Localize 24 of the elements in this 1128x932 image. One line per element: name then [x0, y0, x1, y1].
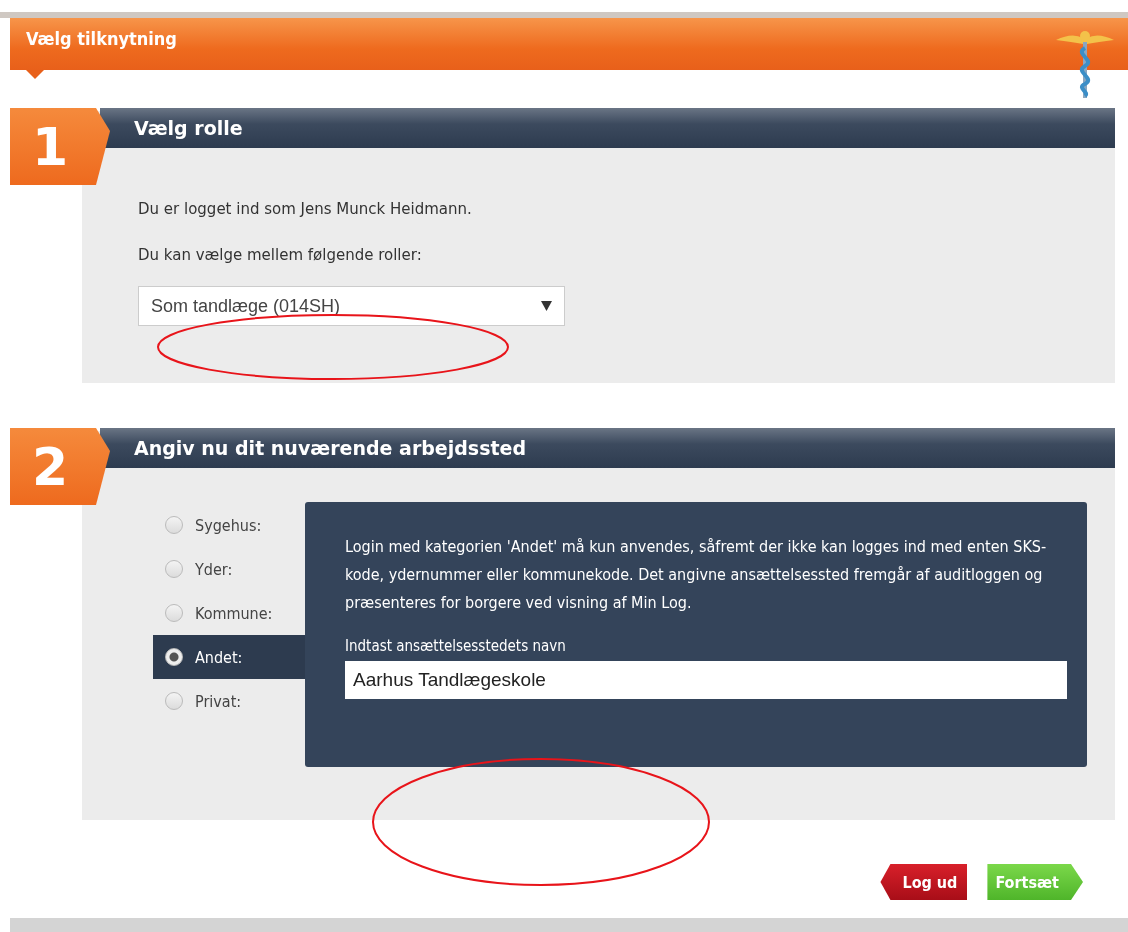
- radio-icon: [165, 604, 183, 622]
- section-title: Angiv nu dit nuværende arbejdssted: [134, 437, 527, 459]
- step-number: 2: [10, 428, 110, 505]
- header-pointer: [26, 70, 44, 79]
- radio-icon: [165, 692, 183, 710]
- workplace-option[interactable]: Andet:: [153, 635, 305, 679]
- dropdown-caret-icon: [541, 301, 552, 311]
- workplace-option[interactable]: Kommune:: [153, 591, 305, 635]
- section-title: Vælg rolle: [134, 117, 243, 139]
- workplace-option[interactable]: Privat:: [153, 679, 305, 723]
- notice-text: Login med kategorien 'Andet' må kun anvendes, såfremt der ikke kan logges ind med enten SKS-kode, ydernummer eller kommunekode. Det angivne ansættelsessted fremgår af auditloggen og præsenteres for borgere ved visning af Min Log.: [345, 536, 1047, 614]
- role-select[interactable]: Som tandlæge (014SH): [138, 286, 565, 326]
- logout-button[interactable]: Log ud: [880, 864, 968, 900]
- radio-icon: [165, 560, 183, 578]
- role-prompt: Du kan vælge mellem følgende roller:: [138, 246, 423, 264]
- workplace-option[interactable]: Yder:: [153, 547, 305, 591]
- logged-in-text: Du er logget ind som Jens Munck Heidmann.: [138, 200, 473, 218]
- field-label: Indtast ansættelsesstedets navn: [345, 637, 567, 655]
- step-number: 1: [10, 108, 110, 185]
- radio-icon: [165, 648, 183, 666]
- radio-icon: [165, 516, 183, 534]
- header-title: Vælg tilknytning: [26, 28, 177, 49]
- workplace-option[interactable]: Sygehus:: [153, 503, 305, 547]
- workplace-name-field[interactable]: Aarhus Tandlægeskole: [345, 661, 1067, 699]
